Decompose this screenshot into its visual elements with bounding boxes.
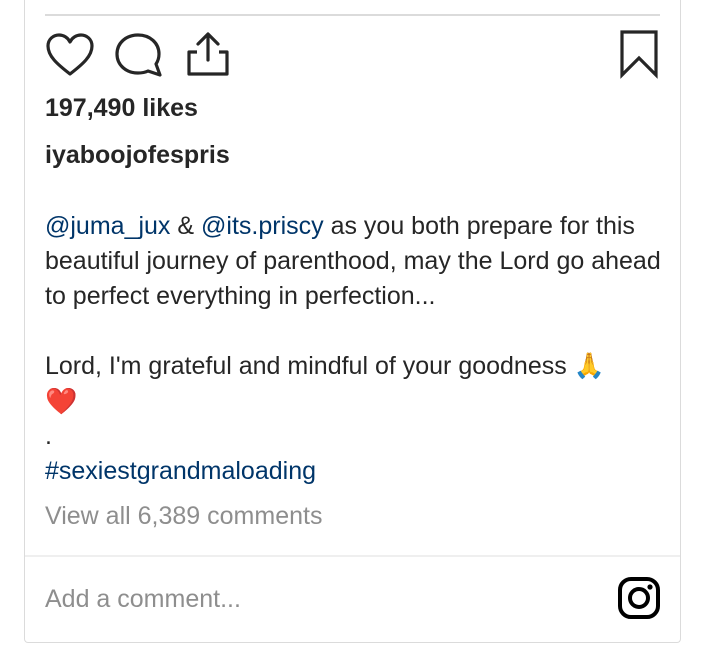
post-card: 197,490 likes iyaboojofespris @juma_jux … [24,0,681,643]
divider [45,14,660,16]
view-all-comments-link[interactable]: View all 6,389 comments [45,500,322,532]
mention-link[interactable]: @its.priscy [201,212,324,240]
mention-link[interactable]: @juma_jux [45,212,170,240]
caption-dot: . [45,422,52,450]
heart-emoji: ❤️ [45,386,78,416]
post-caption: @juma_jux & @its.priscy as you both prep… [45,209,665,489]
post-username[interactable]: iyaboojofespris [45,139,230,171]
heart-icon[interactable] [45,32,95,78]
comment-icon[interactable] [114,31,164,79]
like-count[interactable]: 197,490 likes [45,92,198,124]
caption-text: & [170,212,202,240]
caption-text: Lord, I'm grateful and mindful of your g… [45,352,605,380]
instagram-icon[interactable] [617,576,661,620]
hashtag-link[interactable]: #sexiestgrandmaloading [45,454,665,489]
comment-input[interactable] [45,579,585,619]
share-icon[interactable] [184,30,232,78]
bookmark-icon[interactable] [618,29,660,79]
divider [25,555,680,557]
